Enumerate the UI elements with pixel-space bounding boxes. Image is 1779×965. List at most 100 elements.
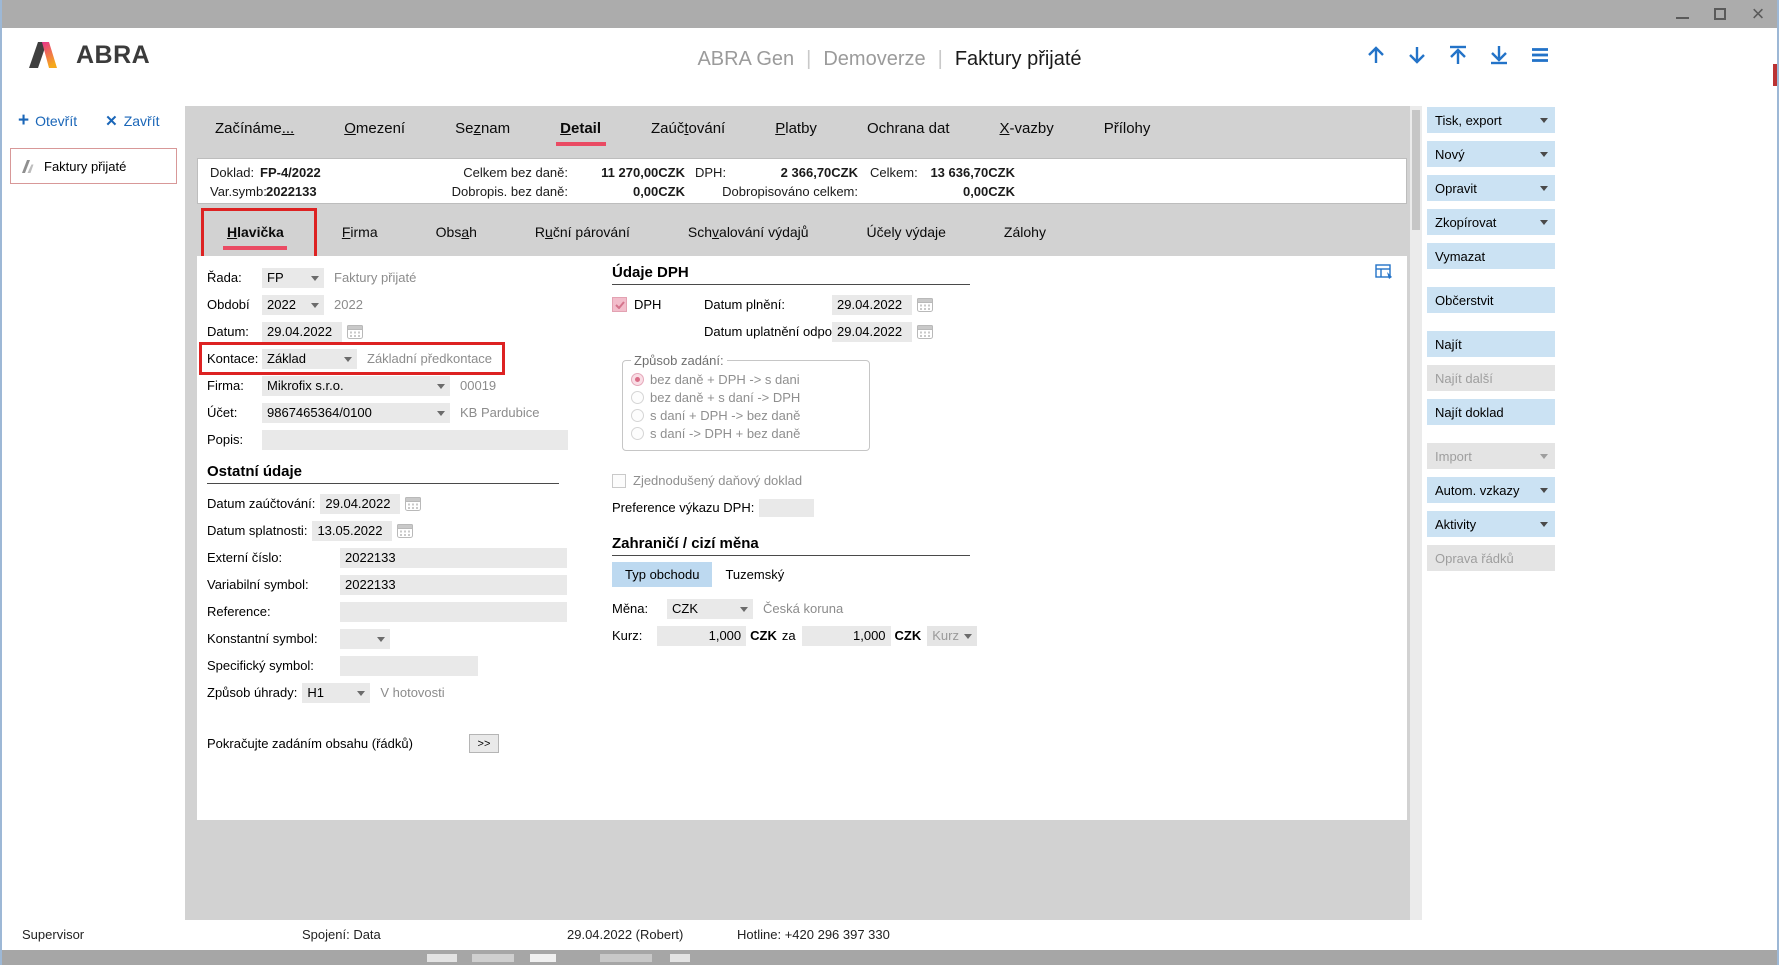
maximize-button[interactable] bbox=[1709, 3, 1731, 25]
preference-label: Preference výkazu DPH: bbox=[612, 500, 754, 515]
module-list-item[interactable]: Faktury přijaté bbox=[10, 148, 177, 184]
subtab-rucni-parovani[interactable]: Ruční párování bbox=[535, 224, 630, 240]
menu-icon[interactable] bbox=[1527, 42, 1553, 68]
dph-label: DPH: bbox=[695, 165, 726, 180]
tab-typ-obchodu[interactable]: Typ obchodu bbox=[612, 562, 712, 587]
firma-label: Firma: bbox=[207, 378, 262, 393]
arrow-down-icon[interactable] bbox=[1404, 42, 1430, 68]
calendar-icon[interactable] bbox=[405, 496, 421, 511]
specificky-symbol-input[interactable] bbox=[340, 656, 478, 676]
vymazat-button[interactable]: Vymazat bbox=[1427, 243, 1555, 269]
preference-input[interactable] bbox=[759, 499, 814, 517]
zjednoduseny-checkbox[interactable]: Zjednodušený daňový doklad bbox=[612, 473, 802, 488]
subtab-firma[interactable]: Firma bbox=[342, 224, 378, 240]
datum-plneni-input[interactable]: 29.04.2022 bbox=[832, 295, 912, 315]
kontace-select[interactable]: Základ bbox=[262, 349, 357, 369]
reference-input[interactable] bbox=[340, 602, 567, 622]
continue-button[interactable]: >> bbox=[469, 734, 499, 753]
module-content: Začínáme... Omezení Seznam Detail Zaúčto… bbox=[185, 106, 1410, 920]
autom-vzkazy-button[interactable]: Autom. vzkazy bbox=[1427, 477, 1555, 503]
dph-checkbox[interactable]: DPH bbox=[612, 297, 704, 312]
celkem-bez-dane-value: 11 270,00CZK bbox=[573, 165, 685, 180]
mena-select[interactable]: CZK bbox=[667, 599, 753, 619]
rada-select[interactable]: FP bbox=[262, 268, 324, 288]
subtab-schvalovani-vydaju[interactable]: Schvalování výdajů bbox=[688, 224, 809, 240]
form-layout-icon[interactable] bbox=[1375, 264, 1393, 280]
status-connection: Spojení: Data bbox=[302, 927, 381, 942]
scrollbar-thumb[interactable] bbox=[1412, 110, 1420, 230]
close-module-button[interactable]: ✕ Zavřít bbox=[105, 112, 159, 130]
app-window: × ABRA ABRA Gen | Demoverze | Faktury př… bbox=[0, 0, 1779, 965]
zkopirovat-button[interactable]: Zkopírovat bbox=[1427, 209, 1555, 235]
subtab-ucely-vydaje[interactable]: Účely výdaje bbox=[867, 224, 946, 240]
environment-name: Demoverze bbox=[823, 48, 925, 71]
radio-option-4[interactable]: s daní -> DPH + bez daně bbox=[631, 424, 859, 442]
tab-omezeni[interactable]: Omezení bbox=[344, 120, 405, 137]
datum-input[interactable]: 29.04.2022 bbox=[262, 322, 342, 342]
aktivity-button[interactable]: Aktivity bbox=[1427, 511, 1555, 537]
tab-zaciname[interactable]: Začínáme... bbox=[215, 120, 294, 137]
doklad-value: FP-4/2022 bbox=[260, 165, 321, 180]
celkem-label: Celkem: bbox=[870, 165, 918, 180]
calendar-icon[interactable] bbox=[917, 297, 933, 312]
novy-button[interactable]: Nový bbox=[1427, 141, 1555, 167]
datum-zauctovani-input[interactable]: 29.04.2022 bbox=[320, 494, 400, 514]
document-summary: Doklad: FP-4/2022 Celkem bez daně: 11 27… bbox=[197, 158, 1407, 204]
subtab-hlavicka[interactable]: Hlavička bbox=[227, 224, 284, 240]
radio-option-1[interactable]: bez daně + DPH -> s dani bbox=[631, 370, 859, 388]
arrow-to-bottom-icon[interactable] bbox=[1486, 42, 1512, 68]
konstantni-symbol-select[interactable] bbox=[340, 629, 390, 649]
firma-helper: 00019 bbox=[460, 378, 496, 393]
rada-helper: Faktury přijaté bbox=[334, 270, 416, 285]
variabilni-symbol-input[interactable]: 2022133 bbox=[340, 575, 567, 595]
form-right-column: Údaje DPH DPH Datum plnění: 29.04.2022 D… bbox=[612, 264, 977, 649]
zpusob-uhrady-helper: V hotovosti bbox=[380, 685, 444, 700]
datum-splatnosti-input[interactable]: 13.05.2022 bbox=[312, 521, 392, 541]
najit-button[interactable]: Najít bbox=[1427, 331, 1555, 357]
datum-label: Datum: bbox=[207, 324, 262, 339]
minimize-button[interactable] bbox=[1671, 3, 1693, 25]
zpusob-uhrady-select[interactable]: H1 bbox=[302, 683, 370, 703]
calendar-icon[interactable] bbox=[917, 324, 933, 339]
externi-cislo-label: Externí číslo: bbox=[207, 550, 340, 565]
tisk-export-button[interactable]: Tisk, export bbox=[1427, 107, 1555, 133]
kurz-input-2[interactable]: 1,000 bbox=[802, 626, 891, 646]
kurz-type-select[interactable]: Kurz bbox=[927, 626, 977, 646]
firma-select[interactable]: Mikrofix s.r.o. bbox=[262, 376, 450, 396]
popis-input[interactable] bbox=[262, 430, 568, 450]
tab-tuzemsky[interactable]: Tuzemský bbox=[712, 562, 797, 587]
tab-zauctovani[interactable]: Zaúčtování bbox=[651, 120, 725, 137]
tab-ochrana-dat[interactable]: Ochrana dat bbox=[867, 120, 950, 137]
calendar-icon[interactable] bbox=[347, 324, 363, 339]
calendar-icon[interactable] bbox=[397, 523, 413, 538]
kontace-helper: Základní předkontace bbox=[367, 351, 492, 366]
obcerstvit-button[interactable]: Občerstvit bbox=[1427, 287, 1555, 313]
subtab-obsah[interactable]: Obsah bbox=[436, 224, 477, 240]
datum-odpoctu-input[interactable]: 29.04.2022 bbox=[832, 322, 912, 342]
continue-hint: Pokračujte zadáním obsahu (řádků) bbox=[207, 736, 413, 751]
open-module-button[interactable]: + Otevřít bbox=[18, 112, 77, 130]
radio-option-3[interactable]: s daní + DPH -> bez daně bbox=[631, 406, 859, 424]
specificky-symbol-label: Specifický symbol: bbox=[207, 658, 340, 673]
externi-cislo-input[interactable]: 2022133 bbox=[340, 548, 567, 568]
tab-detail[interactable]: Detail bbox=[560, 120, 601, 137]
kurz-input-1[interactable]: 1,000 bbox=[657, 626, 746, 646]
open-module-label: Otevřít bbox=[35, 113, 77, 129]
najit-doklad-button[interactable]: Najít doklad bbox=[1427, 399, 1555, 425]
tab-platby[interactable]: Platby bbox=[775, 120, 817, 137]
tab-seznam[interactable]: Seznam bbox=[455, 120, 510, 137]
status-hotline: Hotline: +420 296 397 330 bbox=[737, 927, 890, 942]
arrow-to-top-icon[interactable] bbox=[1445, 42, 1471, 68]
close-button[interactable]: × bbox=[1747, 3, 1769, 25]
tab-x-vazby[interactable]: X-vazby bbox=[1000, 120, 1054, 137]
opravit-button[interactable]: Opravit bbox=[1427, 175, 1555, 201]
udaje-dph-title: Údaje DPH bbox=[612, 264, 970, 285]
status-date: 29.04.2022 (Robert) bbox=[567, 927, 683, 942]
obdobi-select[interactable]: 2022 bbox=[262, 295, 324, 315]
radio-option-2[interactable]: bez daně + s daní -> DPH bbox=[631, 388, 859, 406]
vertical-scrollbar[interactable] bbox=[1410, 106, 1422, 920]
arrow-up-icon[interactable] bbox=[1363, 42, 1389, 68]
tab-prilohy[interactable]: Přílohy bbox=[1104, 120, 1151, 137]
subtab-zalohy[interactable]: Zálohy bbox=[1004, 224, 1046, 240]
ucet-select[interactable]: 9867465364/0100 bbox=[262, 403, 450, 423]
